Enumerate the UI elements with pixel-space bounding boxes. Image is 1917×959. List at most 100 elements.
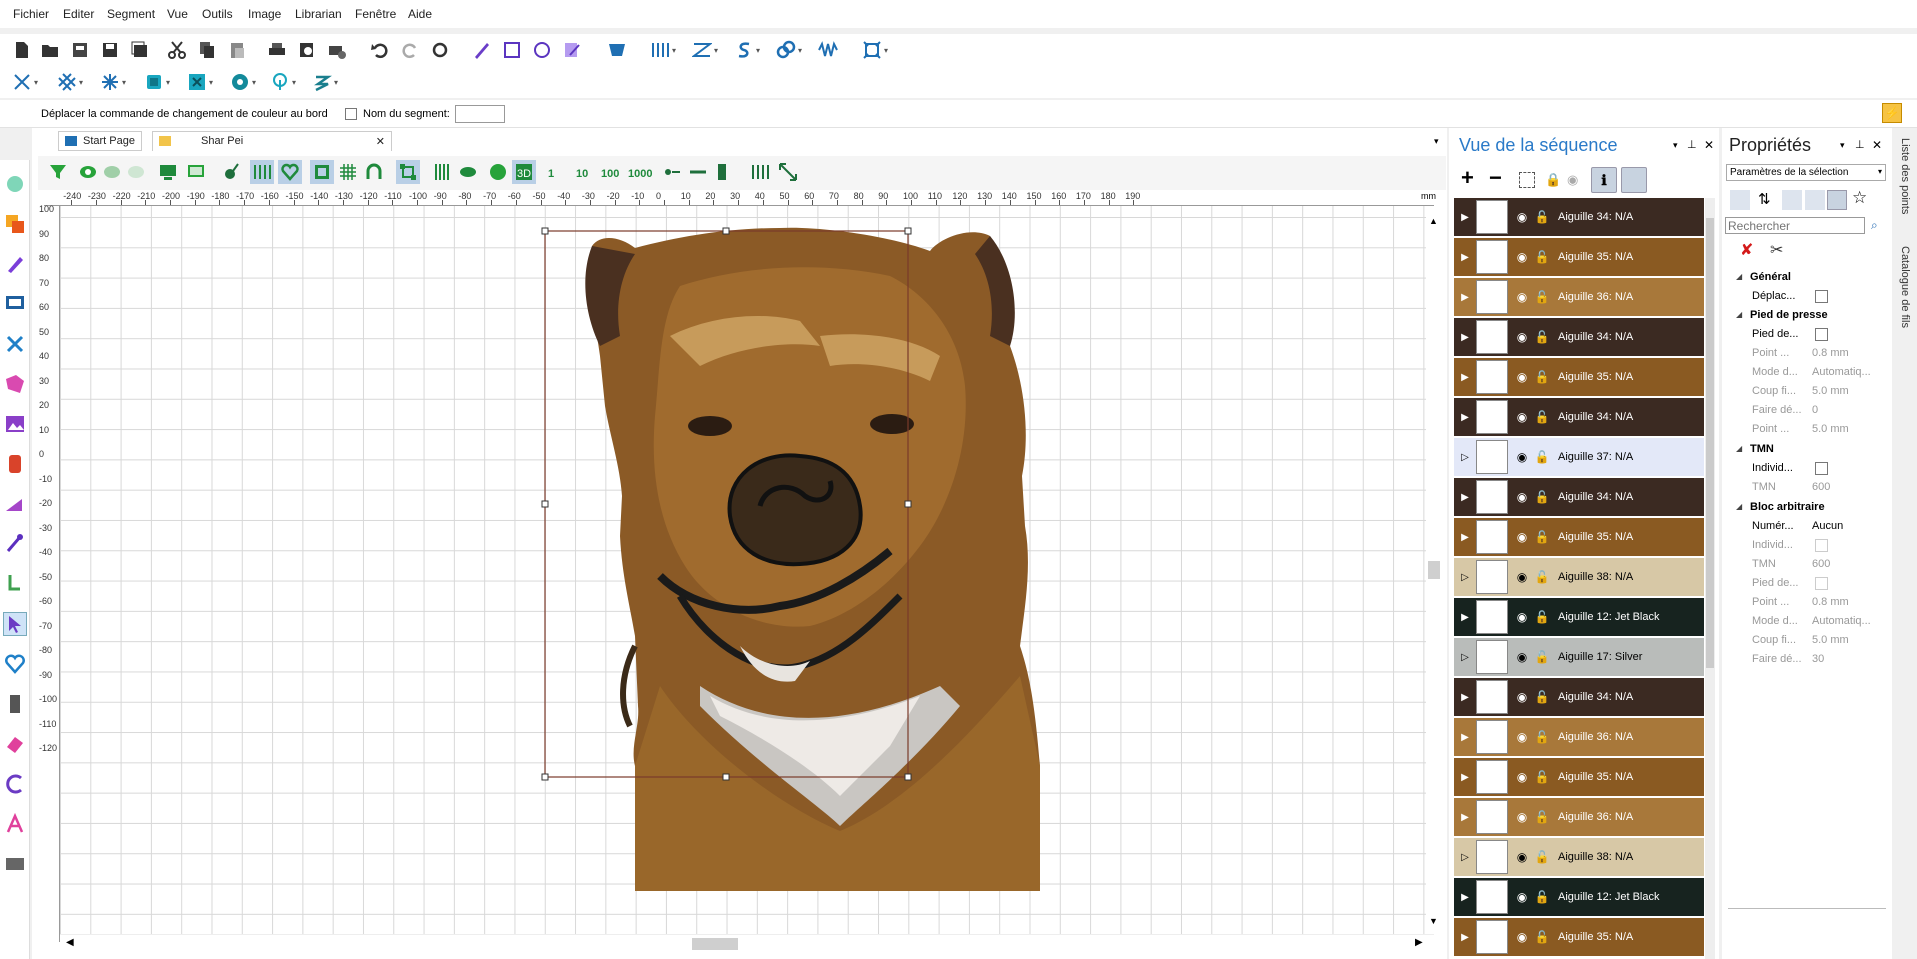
- prop-pied-2[interactable]: Pied de...: [1722, 574, 1892, 593]
- visibility-eye-icon[interactable]: ◉: [1512, 690, 1532, 704]
- expand-row-icon[interactable]: ▶: [1454, 932, 1476, 943]
- sequence-row[interactable]: ▶ ◉ 🔓 Aiguille 34: N/A: [1454, 318, 1704, 357]
- visibility-eye-icon[interactable]: ◉: [1512, 570, 1532, 584]
- tab-overflow-icon[interactable]: ▾: [1434, 136, 1439, 147]
- sequence-row[interactable]: ▷ ◉ 🔓 Aiguille 17: Silver: [1454, 638, 1704, 677]
- keyboard-tool-icon[interactable]: [3, 852, 27, 876]
- stitch-grid-icon[interactable]: [430, 160, 454, 184]
- sequence-row[interactable]: ▶ ◉ 🔓 Aiguille 34: N/A: [1454, 398, 1704, 437]
- filter-icon[interactable]: [46, 160, 70, 184]
- sequence-row[interactable]: ▶ ◉ 🔓 Aiguille 12: Jet Black: [1454, 598, 1704, 637]
- properties-menu-icon[interactable]: ▾: [1840, 140, 1845, 151]
- heart-view-icon[interactable]: [278, 160, 302, 184]
- points-list-tab[interactable]: Liste des points: [1899, 138, 1911, 214]
- prop-point-1[interactable]: Point ... 0.8 mm: [1722, 344, 1892, 363]
- sequence-row[interactable]: ▷ ◉ 🔓 Aiguille 38: N/A: [1454, 558, 1704, 597]
- node-tool-icon[interactable]: [3, 532, 27, 556]
- selection-params-dropdown[interactable]: Paramètres de la sélection ▾: [1726, 164, 1886, 181]
- sequence-row[interactable]: ▶ ◉ 🔓 Aiguille 35: N/A: [1454, 518, 1704, 557]
- expand-row-icon[interactable]: ▶: [1454, 612, 1476, 623]
- visibility-eye-icon[interactable]: ◉: [1512, 930, 1532, 944]
- undo-icon[interactable]: [368, 38, 392, 62]
- detail-view-icon[interactable]: [1827, 190, 1847, 210]
- color-tool-icon[interactable]: [3, 212, 27, 236]
- prop-mode-2[interactable]: Mode d... Automatiq...: [1722, 612, 1892, 631]
- prop-coup-1[interactable]: Coup fi... 5.0 mm: [1722, 382, 1892, 401]
- redo-icon[interactable]: [398, 38, 422, 62]
- monitor-tool-icon[interactable]: [3, 292, 27, 316]
- expand-row-icon[interactable]: ▶: [1454, 332, 1476, 343]
- lock-icon[interactable]: 🔓: [1532, 610, 1552, 624]
- heart-tool-icon[interactable]: [3, 652, 27, 676]
- select-arrow-icon[interactable]: [3, 612, 27, 636]
- prop-deplac-checkbox[interactable]: [1815, 290, 1828, 303]
- jump-icon[interactable]: [660, 160, 684, 184]
- sequence-row[interactable]: ▶ ◉ 🔓 Aiguille 35: N/A: [1454, 358, 1704, 397]
- lock-icon[interactable]: 🔓: [1532, 250, 1552, 264]
- prop-coup-2[interactable]: Coup fi... 5.0 mm: [1722, 631, 1892, 650]
- view-objects-icon[interactable]: [100, 160, 124, 184]
- info-icon[interactable]: ℹ: [1591, 167, 1617, 193]
- search-icon[interactable]: ⌕: [1871, 218, 1878, 233]
- lasso-tool-icon[interactable]: [3, 172, 27, 196]
- section-collapse-icon[interactable]: ◢: [1736, 310, 1742, 319]
- prop-individ-2-checkbox[interactable]: [1815, 539, 1828, 552]
- select-region-icon[interactable]: [1519, 172, 1535, 188]
- open-folder-icon[interactable]: [38, 38, 62, 62]
- move-color-change-checkbox[interactable]: [345, 108, 357, 120]
- visibility-eye-icon[interactable]: ◉: [1512, 650, 1532, 664]
- globe-stitch-icon[interactable]: [228, 70, 252, 94]
- print-icon[interactable]: [265, 38, 289, 62]
- new-file-icon[interactable]: [10, 38, 34, 62]
- star-stitch-icon[interactable]: [98, 70, 122, 94]
- menu-librarian[interactable]: Librarian: [295, 7, 342, 21]
- close-panel-icon[interactable]: ✕: [1704, 138, 1714, 152]
- visibility-eye-icon[interactable]: ◉: [1512, 290, 1532, 304]
- add-icon[interactable]: +: [1461, 165, 1474, 191]
- 3d-view-icon[interactable]: 3D: [512, 160, 536, 184]
- menu-outils[interactable]: Outils: [202, 7, 233, 21]
- prop-pied-2-checkbox[interactable]: [1815, 577, 1828, 590]
- sequence-row[interactable]: ▶ ◉ 🔓 Aiguille 34: N/A: [1454, 198, 1704, 237]
- visibility-eye-icon[interactable]: ◉: [1512, 810, 1532, 824]
- properties-search-input[interactable]: [1725, 217, 1865, 234]
- fill-area-tool-icon[interactable]: [3, 492, 27, 516]
- expand-row-icon[interactable]: ▶: [1454, 732, 1476, 743]
- sequence-row[interactable]: ▶ ◉ 🔓 Aiguille 34: N/A: [1454, 678, 1704, 717]
- prop-deplac[interactable]: Déplac...: [1722, 287, 1892, 306]
- text-edit-icon[interactable]: [560, 38, 584, 62]
- speed-view-icon[interactable]: [486, 160, 510, 184]
- sequence-row[interactable]: ▶ ◉ 🔓 Aiguille 12: Jet Black: [1454, 878, 1704, 917]
- lock-icon[interactable]: 🔓: [1532, 810, 1552, 824]
- sequence-grid-icon[interactable]: [748, 160, 772, 184]
- remove-icon[interactable]: −: [1489, 165, 1502, 191]
- visibility-eye-icon[interactable]: ◉: [1512, 450, 1532, 464]
- eraser-tool-icon[interactable]: [3, 732, 27, 756]
- categorized-icon[interactable]: [1730, 190, 1750, 210]
- scroll-right-icon[interactable]: ▶: [1415, 937, 1423, 948]
- applique-icon[interactable]: [860, 38, 884, 62]
- menu-image[interactable]: Image: [248, 7, 281, 21]
- prop-individ-1-checkbox[interactable]: [1815, 462, 1828, 475]
- prop-pied-de[interactable]: Pied de...: [1722, 325, 1892, 344]
- expand-row-icon[interactable]: ▷: [1454, 452, 1476, 463]
- lock-icon[interactable]: 🔓: [1532, 370, 1552, 384]
- segment-name-input[interactable]: [455, 105, 505, 123]
- square-stitch-icon[interactable]: [142, 70, 166, 94]
- image-toggle-icon[interactable]: [1621, 167, 1647, 193]
- rectangle-icon[interactable]: [500, 38, 524, 62]
- menu-segment[interactable]: Segment: [107, 7, 155, 21]
- visibility-eye-icon[interactable]: ◉: [1512, 330, 1532, 344]
- sequence-row[interactable]: ▶ ◉ 🔓 Aiguille 36: N/A: [1454, 718, 1704, 757]
- lock-icon[interactable]: 🔓: [1532, 930, 1552, 944]
- expand-row-icon[interactable]: ▶: [1454, 812, 1476, 823]
- section-collapse-icon[interactable]: ◢: [1736, 272, 1742, 281]
- prop-numer[interactable]: Numér... Aucun: [1722, 517, 1892, 536]
- embroidery-design[interactable]: [585, 227, 1040, 891]
- list-view-icon[interactable]: [1805, 190, 1825, 210]
- pin-icon[interactable]: ⊥: [1687, 138, 1697, 151]
- panel-menu-icon[interactable]: ▾: [1673, 140, 1678, 151]
- print-preview-icon[interactable]: [295, 38, 319, 62]
- columns-view-icon[interactable]: [250, 160, 274, 184]
- view-hidden-icon[interactable]: [124, 160, 148, 184]
